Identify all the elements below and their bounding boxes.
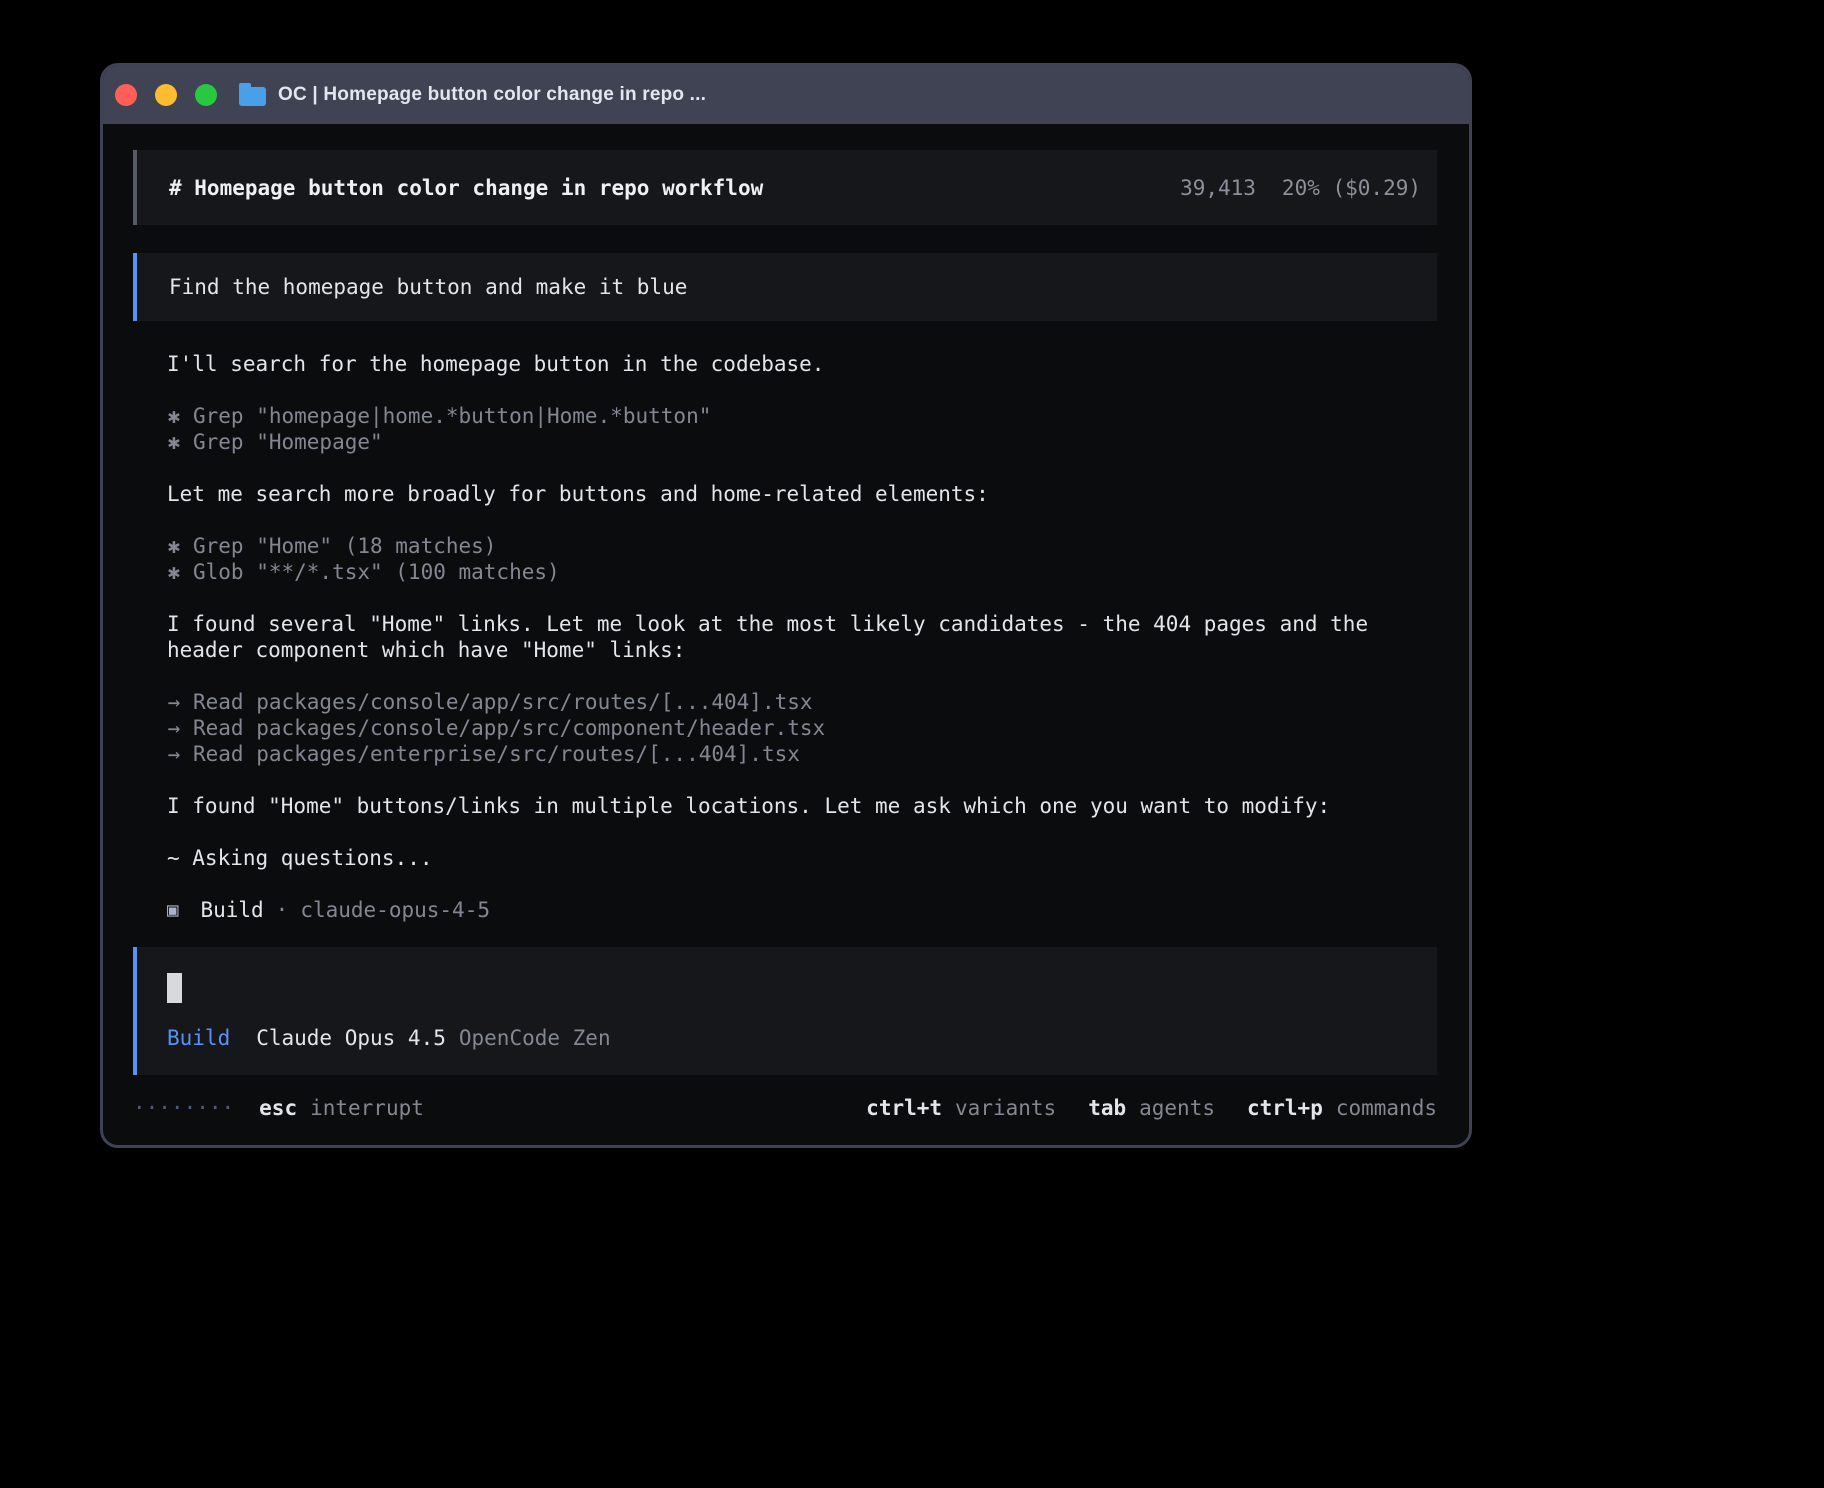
agent-separator: · [276, 897, 289, 923]
assistant-text: I'll search for the homepage button in t… [167, 351, 1437, 377]
titlebar: OC | Homepage button color change in rep… [103, 66, 1469, 124]
tool-call-text: Grep "Home" (18 matches) [193, 534, 496, 558]
user-message: Find the homepage button and make it blu… [133, 253, 1437, 321]
tool-call-line: ✱ Grep "Home" (18 matches) [167, 533, 1437, 559]
close-button[interactable] [115, 84, 137, 106]
glob-icon: ✱ [167, 559, 181, 585]
agent-status-icon: ▣ [167, 897, 178, 923]
tool-call-text: Read packages/console/app/src/routes/[..… [193, 690, 813, 714]
commands-label: commands [1336, 1096, 1437, 1120]
tool-call-line: → Read packages/enterprise/src/routes/[..… [167, 741, 1437, 767]
window-title: OC | Homepage button color change in rep… [278, 84, 706, 106]
assistant-text: Let me search more broadly for buttons a… [167, 481, 1437, 507]
arrow-right-icon: → [167, 689, 181, 715]
tool-call-text: Grep "homepage|home.*button|Home.*button… [193, 404, 711, 428]
agent-status-line: ▣ Build · claude-opus-4-5 [167, 897, 1437, 923]
variants-hint: ctrl+t variants [866, 1095, 1056, 1121]
folder-icon [239, 87, 266, 106]
tool-call-line: → Read packages/console/app/src/component… [167, 715, 1437, 741]
variants-label: variants [955, 1096, 1056, 1120]
assistant-text: I found "Home" buttons/links in multiple… [167, 793, 1437, 819]
assistant-text: I found several "Home" links. Let me loo… [167, 611, 1437, 663]
input-meta: Build Claude Opus 4.5 OpenCode Zen [167, 1025, 1437, 1051]
session-title: # Homepage button color change in repo w… [169, 175, 763, 201]
status-bar-right: ctrl+t variants tab agents ctrl+p commands [834, 1095, 1437, 1121]
tool-call-text: Glob "**/*.tsx" (100 matches) [193, 560, 560, 584]
esc-key-label: interrupt [310, 1095, 424, 1121]
agent-name: Build [200, 897, 263, 923]
asking-status-text: ~ Asking questions... [167, 845, 1437, 871]
tool-call-text: Read packages/console/app/src/component/… [193, 716, 825, 740]
zoom-button[interactable] [195, 84, 217, 106]
agent-model: claude-opus-4-5 [300, 897, 490, 923]
terminal-content: # Homepage button color change in repo w… [103, 124, 1469, 1145]
provider-label: OpenCode Zen [459, 1026, 611, 1050]
grep-icon: ✱ [167, 429, 181, 455]
tool-call-line: ✱ Grep "Homepage" [167, 429, 1437, 455]
terminal-window: OC | Homepage button color change in rep… [100, 63, 1472, 1148]
assistant-transcript: I'll search for the homepage button in t… [133, 351, 1437, 923]
model-label: Claude Opus 4.5 [256, 1026, 446, 1050]
text-cursor [167, 973, 182, 1003]
tool-call-text: Read packages/enterprise/src/routes/[...… [193, 742, 800, 766]
tool-call-text: Grep "Homepage" [193, 430, 383, 454]
window-title-group: OC | Homepage button color change in rep… [239, 84, 706, 106]
arrow-right-icon: → [167, 741, 181, 767]
agents-label: agents [1139, 1096, 1215, 1120]
user-message-text: Find the homepage button and make it blu… [169, 274, 687, 300]
grep-icon: ✱ [167, 403, 181, 429]
tool-call-line: ✱ Grep "homepage|home.*button|Home.*butto… [167, 403, 1437, 429]
tab-key: tab [1088, 1096, 1126, 1120]
session-header: # Homepage button color change in repo w… [133, 150, 1437, 225]
tool-call-line: ✱ Glob "**/*.tsx" (100 matches) [167, 559, 1437, 585]
status-bar-left: ········ esc interrupt [133, 1095, 424, 1121]
token-count: 39,413 [1180, 176, 1256, 200]
ctrl-p-key: ctrl+p [1247, 1096, 1323, 1120]
grep-icon: ✱ [167, 533, 181, 559]
minimize-button[interactable] [155, 84, 177, 106]
esc-key-hint: esc [259, 1095, 297, 1121]
agent-mode-label: Build [167, 1026, 230, 1050]
tool-calls-grep-1: ✱ Grep "homepage|home.*button|Home.*butto… [167, 403, 1437, 455]
arrow-right-icon: → [167, 715, 181, 741]
spinner-dots: ········ [133, 1095, 234, 1121]
session-stats: 39,413 20% ($0.29) [1180, 175, 1421, 201]
ctrl-t-key: ctrl+t [866, 1096, 942, 1120]
prompt-input[interactable]: Build Claude Opus 4.5 OpenCode Zen [133, 947, 1437, 1075]
tool-calls-read: → Read packages/console/app/src/routes/[.… [167, 689, 1437, 767]
agents-hint: tab agents [1088, 1095, 1215, 1121]
traffic-lights [115, 84, 217, 106]
commands-hint: ctrl+p commands [1247, 1095, 1437, 1121]
status-bar: ········ esc interrupt ctrl+t variants ta… [133, 1075, 1437, 1121]
context-cost: 20% ($0.29) [1282, 176, 1421, 200]
tool-call-line: → Read packages/console/app/src/routes/[.… [167, 689, 1437, 715]
tool-calls-grep-2: ✱ Grep "Home" (18 matches) ✱ Glob "**/*.ts… [167, 533, 1437, 585]
